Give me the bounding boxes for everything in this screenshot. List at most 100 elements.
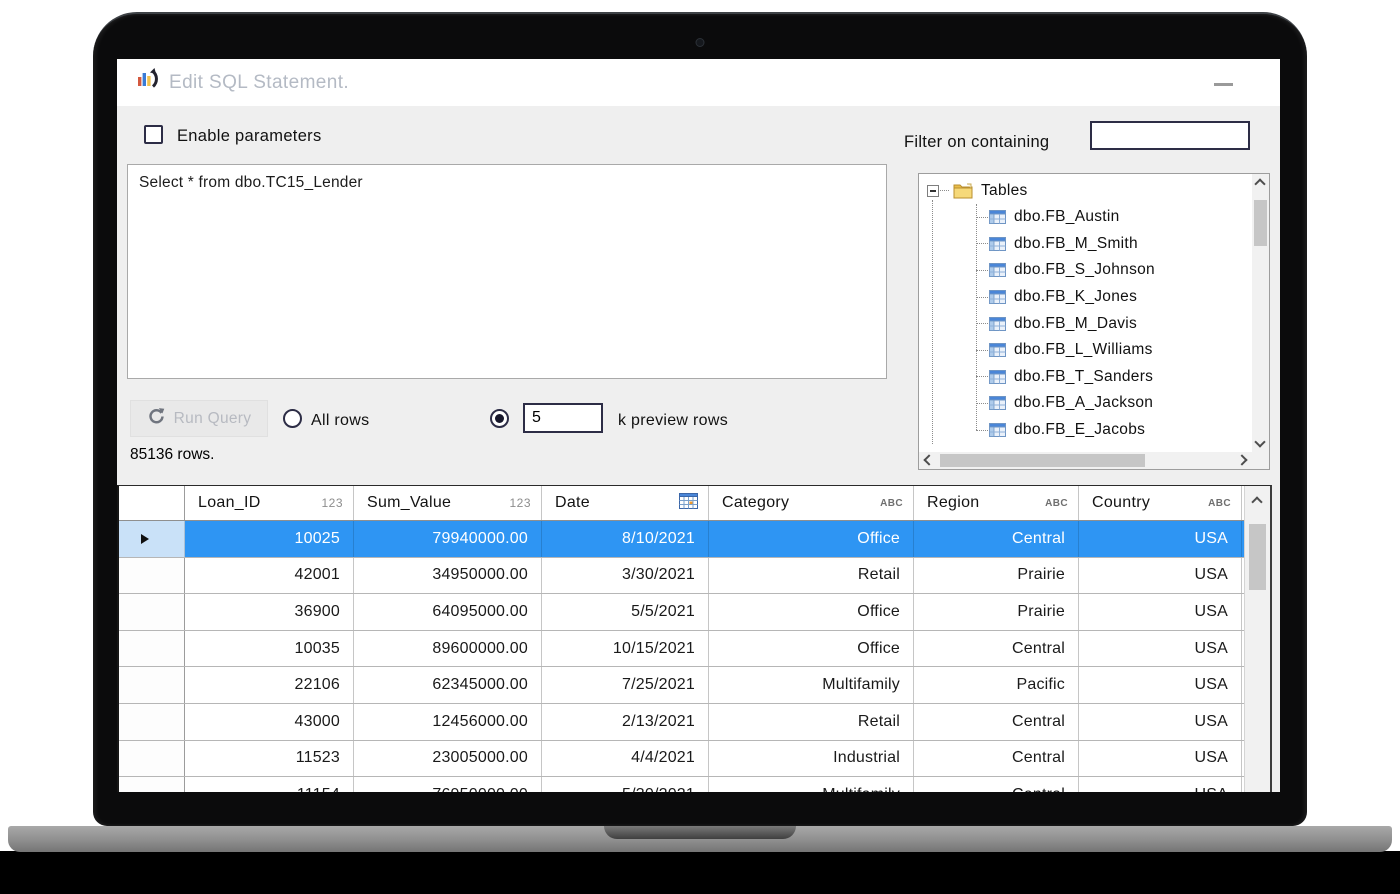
grid-cell[interactable]: USA [1079, 741, 1242, 777]
grid-cell[interactable]: USA [1079, 558, 1242, 594]
enable-parameters-checkbox[interactable] [144, 125, 163, 144]
tree-item[interactable]: dbo.FB_L_Williams [919, 337, 1252, 364]
grid-cell[interactable]: 3/30/2021 [542, 558, 709, 594]
grid-row[interactable]: 1002579940000.008/10/2021OfficeCentralUS… [119, 521, 1244, 558]
scroll-right-icon[interactable] [1236, 454, 1247, 465]
scroll-up-icon[interactable] [1254, 178, 1265, 189]
scroll-up-icon[interactable] [1251, 496, 1262, 507]
grid-cell[interactable]: Prairie [914, 558, 1079, 594]
sql-editor[interactable]: Select * from dbo.TC15_Lender [127, 164, 887, 379]
grid-header-country[interactable]: CountryABC [1079, 486, 1242, 520]
grid-cell[interactable]: Office [709, 631, 914, 667]
minimize-button[interactable] [1214, 83, 1233, 86]
grid-row[interactable]: 4200134950000.003/30/2021RetailPrairieUS… [119, 558, 1244, 595]
grid-cell[interactable]: 22106 [185, 667, 354, 703]
grid-cell[interactable]: USA [1079, 667, 1242, 703]
grid-cell[interactable]: Retail [709, 704, 914, 740]
scroll-down-icon[interactable] [1254, 436, 1265, 447]
tree-collapse-button[interactable] [927, 185, 939, 197]
grid-cell[interactable]: 76950000.00 [354, 777, 542, 792]
grid-cell[interactable]: 10025 [185, 521, 354, 557]
grid-vertical-scrollbar[interactable] [1244, 486, 1270, 792]
grid-cell[interactable]: Multifamily [709, 667, 914, 703]
grid-cell[interactable]: Central [914, 704, 1079, 740]
grid-cell[interactable]: USA [1079, 594, 1242, 630]
grid-cell[interactable]: Multifamily [709, 777, 914, 792]
row-selector-cell[interactable] [119, 741, 185, 777]
row-selector-cell[interactable] [119, 777, 185, 792]
tree-item[interactable]: dbo.FB_K_Jones [919, 284, 1252, 311]
row-selector-cell[interactable] [119, 521, 185, 557]
tree-root[interactable]: Tables [919, 177, 1252, 204]
grid-cell[interactable]: 64095000.00 [354, 594, 542, 630]
grid-cell[interactable]: 36900 [185, 594, 354, 630]
grid-row[interactable]: 2210662345000.007/25/2021MultifamilyPaci… [119, 667, 1244, 704]
grid-row[interactable]: 1115476950000.005/30/2021MultifamilyCent… [119, 777, 1244, 792]
row-selector-cell[interactable] [119, 667, 185, 703]
grid-row[interactable]: 1152323005000.004/4/2021IndustrialCentra… [119, 741, 1244, 778]
grid-cell[interactable]: USA [1079, 521, 1242, 557]
row-selector-cell[interactable] [119, 631, 185, 667]
grid-cell[interactable]: 4/4/2021 [542, 741, 709, 777]
tree-item[interactable]: dbo.FB_Austin [919, 204, 1252, 231]
row-selector-cell[interactable] [119, 704, 185, 740]
grid-row[interactable]: 4300012456000.002/13/2021RetailCentralUS… [119, 704, 1244, 741]
grid-header-category[interactable]: CategoryABC [709, 486, 914, 520]
tree-item[interactable]: dbo.FB_M_Davis [919, 310, 1252, 337]
grid-header-date[interactable]: Date [542, 486, 709, 520]
scrollbar-thumb[interactable] [1254, 200, 1267, 246]
grid-cell[interactable]: Office [709, 521, 914, 557]
grid-header-sum_value[interactable]: Sum_Value123 [354, 486, 542, 520]
grid-cell[interactable]: 43000 [185, 704, 354, 740]
tree-item[interactable]: dbo.FB_T_Sanders [919, 364, 1252, 391]
grid-cell[interactable]: 2/13/2021 [542, 704, 709, 740]
grid-cell[interactable]: 5/30/2021 [542, 777, 709, 792]
grid-cell[interactable]: Central [914, 521, 1079, 557]
grid-cell[interactable]: 62345000.00 [354, 667, 542, 703]
scrollbar-thumb[interactable] [940, 454, 1145, 467]
grid-header-region[interactable]: RegionABC [914, 486, 1079, 520]
grid-cell[interactable]: 7/25/2021 [542, 667, 709, 703]
grid-cell[interactable]: Retail [709, 558, 914, 594]
all-rows-radio[interactable] [283, 409, 302, 428]
preview-rows-input[interactable] [523, 403, 603, 433]
row-selector-cell[interactable] [119, 594, 185, 630]
grid-cell[interactable]: 8/10/2021 [542, 521, 709, 557]
grid-cell[interactable]: Industrial [709, 741, 914, 777]
grid-cell[interactable]: 11523 [185, 741, 354, 777]
grid-cell[interactable]: Central [914, 631, 1079, 667]
row-selector-cell[interactable] [119, 558, 185, 594]
grid-cell[interactable]: 11154 [185, 777, 354, 792]
grid-cell[interactable]: Prairie [914, 594, 1079, 630]
run-query-button[interactable]: Run Query [130, 400, 268, 437]
grid-cell[interactable]: Pacific [914, 667, 1079, 703]
tree-item[interactable]: dbo.FB_A_Jackson [919, 390, 1252, 417]
preview-rows-radio[interactable] [490, 409, 509, 428]
grid-cell[interactable]: 23005000.00 [354, 741, 542, 777]
tree-item[interactable]: dbo.FB_S_Johnson [919, 257, 1252, 284]
grid-cell[interactable]: Central [914, 741, 1079, 777]
grid-cell[interactable]: 12456000.00 [354, 704, 542, 740]
grid-cell[interactable]: USA [1079, 777, 1242, 792]
grid-row[interactable]: 1003589600000.0010/15/2021OfficeCentralU… [119, 631, 1244, 668]
tree-vertical-scrollbar[interactable] [1252, 174, 1269, 452]
tree-item[interactable]: dbo.FB_E_Jacobs [919, 417, 1252, 444]
grid-cell[interactable]: 34950000.00 [354, 558, 542, 594]
tree-horizontal-scrollbar[interactable] [919, 452, 1252, 469]
grid-cell[interactable]: Office [709, 594, 914, 630]
grid-cell[interactable]: 10035 [185, 631, 354, 667]
grid-cell[interactable]: Central [914, 777, 1079, 792]
tree-item[interactable]: dbo.FB_M_Smith [919, 231, 1252, 258]
grid-header-loan_id[interactable]: Loan_ID123 [185, 486, 354, 520]
scroll-left-icon[interactable] [923, 454, 934, 465]
grid-cell[interactable]: USA [1079, 631, 1242, 667]
grid-cell[interactable]: 5/5/2021 [542, 594, 709, 630]
grid-row[interactable]: 3690064095000.005/5/2021OfficePrairieUSA [119, 594, 1244, 631]
grid-cell[interactable]: 79940000.00 [354, 521, 542, 557]
filter-input[interactable] [1090, 121, 1250, 150]
grid-cell[interactable]: 42001 [185, 558, 354, 594]
grid-cell[interactable]: USA [1079, 704, 1242, 740]
grid-cell[interactable]: 10/15/2021 [542, 631, 709, 667]
scrollbar-thumb[interactable] [1249, 524, 1266, 590]
grid-cell[interactable]: 89600000.00 [354, 631, 542, 667]
